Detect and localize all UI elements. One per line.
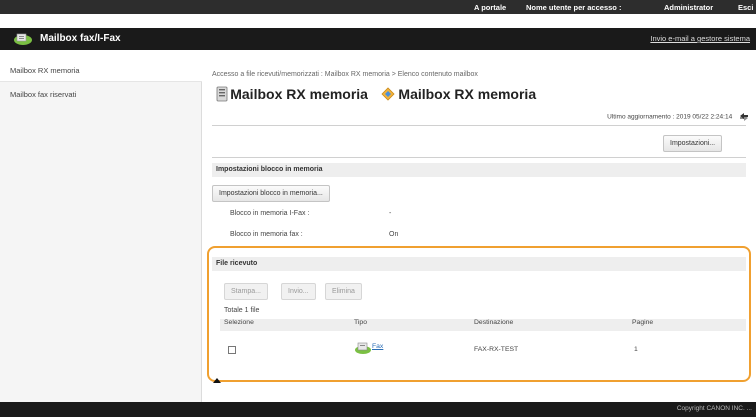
divider	[212, 157, 746, 158]
logout-link[interactable]: Esci	[738, 3, 753, 12]
sidebar-item-rx-memory[interactable]: Mailbox RX memoria	[0, 60, 202, 82]
memory-rx-icon	[216, 86, 228, 102]
fax-lock-value: On	[389, 231, 399, 238]
sidebar-item-confidential-fax[interactable]: Mailbox fax riservati	[0, 84, 202, 106]
memory-lock-settings-button[interactable]: Impostazioni blocco in memoria...	[212, 185, 330, 202]
portal-link[interactable]: A portale	[474, 3, 506, 12]
user-label: Nome utente per accesso :	[526, 3, 622, 12]
sidebar: Mailbox RX memoria Mailbox fax riservati	[0, 60, 202, 402]
mailbox-icon	[381, 87, 395, 101]
top-bar: A portale Nome utente per accesso : Admi…	[0, 0, 756, 14]
last-updated: Ultimo aggiornamento : 2019 05/22 2:24:1…	[607, 112, 750, 122]
page: A portale Nome utente per accesso : Admi…	[0, 0, 756, 417]
page-title: Mailbox RX memoria	[230, 86, 368, 102]
last-updated-text: Ultimo aggiornamento : 2019 05/22 2:24:1…	[607, 113, 733, 121]
settings-button[interactable]: Impostazioni...	[663, 135, 723, 152]
memory-lock-heading: Impostazioni blocco in memoria	[212, 163, 746, 177]
mailbox-name: Mailbox RX memoria	[398, 86, 537, 102]
user-name: Administrator	[664, 3, 714, 12]
ifax-lock-value: -	[389, 210, 392, 217]
scroll-up-icon[interactable]	[213, 378, 221, 383]
refresh-icon[interactable]	[738, 112, 750, 122]
ifax-lock-label: Blocco in memoria I-Fax :	[230, 210, 310, 217]
footer: Copyright CANON INC. ...	[0, 402, 756, 417]
mailbox-fax-icon	[14, 33, 32, 45]
received-files-highlight	[207, 246, 751, 382]
app-title: Mailbox fax/I-Fax	[40, 33, 121, 44]
copyright: Copyright CANON INC. ...	[676, 405, 752, 412]
divider	[212, 125, 746, 126]
mail-admin-link[interactable]: Invio e-mail a gestore sistema	[650, 34, 750, 43]
app-header: Mailbox fax/I-Fax Invio e-mail a gestore…	[0, 28, 756, 50]
fax-lock-label: Blocco in memoria fax :	[230, 231, 303, 238]
page-title-row: Mailbox RX memoria Mailbox RX memoria	[216, 86, 546, 106]
breadcrumb: Accesso a file ricevuti/memorizzati : Ma…	[212, 71, 478, 78]
